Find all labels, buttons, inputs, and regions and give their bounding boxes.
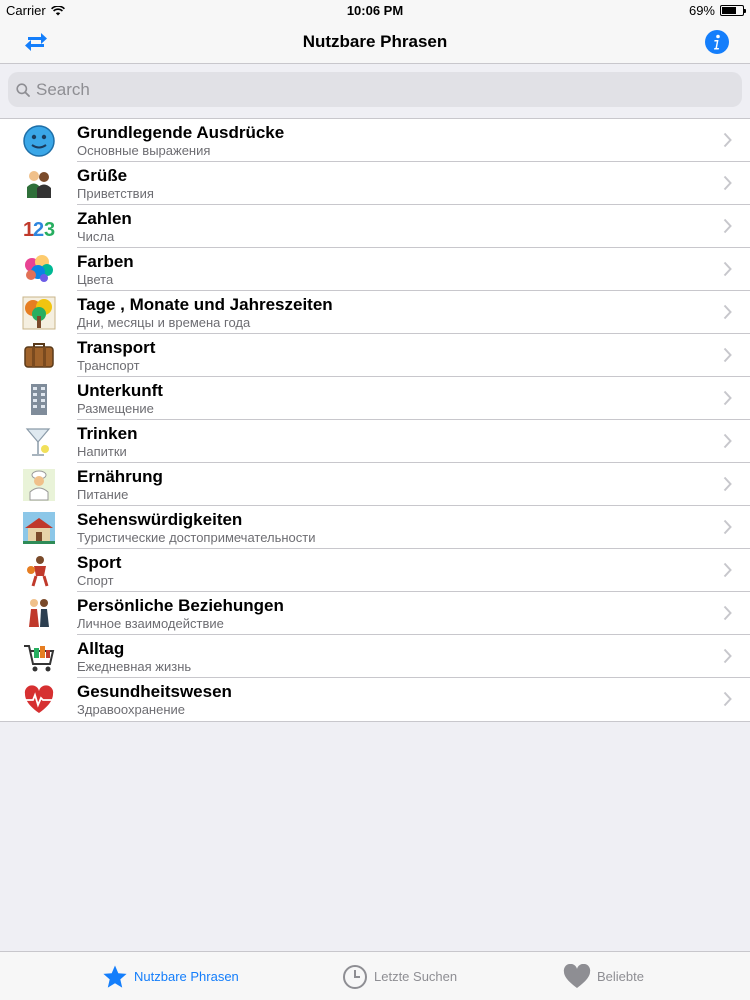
row-title: Transport [77,338,156,357]
svg-text:3: 3 [44,219,55,241]
row-subtitle: Приветствия [77,186,154,201]
chevron-right-icon [723,562,732,578]
category-row-sport[interactable]: Sport Спорт [0,549,750,592]
row-title: Persönliche Beziehungen [77,596,284,615]
row-title: Alltag [77,639,125,658]
category-row-greetings[interactable]: Grüße Приветствия [0,162,750,205]
tab-label: Beliebte [597,969,644,984]
color-splash-icon [25,255,53,282]
tab-favorites[interactable]: Beliebte [563,952,644,1000]
seasons-tree-icon [22,296,56,330]
chevron-right-icon [723,175,732,191]
couple-icon [29,599,49,627]
search-icon [16,82,30,97]
tab-recent-searches[interactable]: Letzte Suchen [342,952,457,1000]
row-subtitle: Напитки [77,444,127,459]
row-title: Gesundheitswesen [77,682,232,701]
search-bar[interactable] [8,72,742,107]
row-subtitle: Спорт [77,573,114,588]
row-title: Trinken [77,424,138,443]
info-icon[interactable] [704,29,730,55]
row-title: Sehenswürdigkeiten [77,510,243,529]
chevron-right-icon [723,433,732,449]
category-row-sights[interactable]: Sehenswürdigkeiten Туристические достопр… [0,506,750,549]
navigation-bar: Nutzbare Phrasen [0,20,750,64]
tab-bar: Nutzbare Phrasen Letzte Suchen Beliebte [0,951,750,1000]
chevron-right-icon [723,261,732,277]
building-icon [31,384,47,415]
row-title: Farben [77,252,134,271]
category-list: Grundlegende Ausdrücke Основные выражени… [0,118,750,722]
chef-icon [23,469,55,501]
svg-text:2: 2 [33,219,44,241]
search-bar-container [0,64,750,116]
page-title: Nutzbare Phrasen [302,32,448,51]
category-row-personal-relationships[interactable]: Persönliche Beziehungen Личное взаимодей… [0,592,750,635]
category-row-accommodation[interactable]: Unterkunft Размещение [0,377,750,420]
status-right: 69% [688,3,746,18]
chevron-right-icon [723,476,732,492]
smiley-face-icon [23,125,55,157]
row-title: Zahlen [77,209,132,228]
status-bar: Carrier 10:06 PM 69% [0,0,750,20]
row-subtitle: Личное взаимодействие [77,616,224,631]
star-icon [103,965,127,988]
shopping-cart-icon [24,645,55,672]
row-title: Unterkunft [77,381,163,400]
chevron-right-icon [723,605,732,621]
row-subtitle: Здравоохранение [77,702,186,717]
row-subtitle: Туристические достопримечательности [77,530,316,545]
clock-icon [343,964,367,989]
category-row-days-months-seasons[interactable]: Tage , Monate und Jahreszeiten Дни, меся… [0,291,750,334]
category-row-basic-expressions[interactable]: Grundlegende Ausdrücke Основные выражени… [0,119,750,162]
row-subtitle: Дни, месяцы и времена года [77,315,251,330]
row-subtitle: Транспорт [77,358,140,373]
chevron-right-icon [723,347,732,363]
chevron-right-icon [723,519,732,535]
category-row-food[interactable]: Ernährung Питание [0,463,750,506]
row-subtitle: Ежедневная жизнь [77,659,192,674]
tab-label: Letzte Suchen [374,969,458,984]
status-time: 10:06 PM [346,3,404,18]
row-subtitle: Питание [77,487,129,502]
row-subtitle: Размещение [77,401,154,416]
chevron-right-icon [723,304,732,320]
chevron-right-icon [723,691,732,707]
chevron-right-icon [723,218,732,234]
row-subtitle: Цвета [77,272,114,287]
row-title: Tage , Monate und Jahreszeiten [77,295,333,314]
category-row-numbers[interactable]: 1 2 3 Zahlen Числа [0,205,750,248]
heart-pulse-icon [24,685,54,713]
row-title: Grüße [77,166,128,185]
category-row-everyday-life[interactable]: Alltag Ежедневная жизнь [0,635,750,678]
greeting-people-icon [27,171,51,198]
heart-icon [563,963,591,988]
category-row-healthcare[interactable]: Gesundheitswesen Здравоохранение [0,678,750,721]
tab-useful-phrases[interactable]: Nutzbare Phrasen [102,952,239,1000]
row-subtitle: Числа [77,229,115,244]
landmark-icon [23,512,55,544]
tab-label: Nutzbare Phrasen [134,969,239,984]
chevron-right-icon [723,390,732,406]
numbers-123-icon: 1 2 3 [23,219,55,241]
category-row-colors[interactable]: Farben Цвета [0,248,750,291]
search-input[interactable] [36,79,716,100]
battery-fill [722,7,736,14]
cocktail-glass-icon [25,428,51,456]
row-subtitle: Основные выражения [77,143,211,158]
chevron-right-icon [723,132,732,148]
row-title: Grundlegende Ausdrücke [77,123,285,142]
category-row-transport[interactable]: Transport Транспорт [0,334,750,377]
basketball-player-icon [27,556,49,587]
row-title: Sport [77,553,122,572]
suitcase-icon [24,343,54,368]
battery-icon [720,5,746,16]
chevron-right-icon [723,648,732,664]
battery-percent: 69% [688,3,715,18]
row-title: Ernährung [77,467,163,486]
category-row-drinks[interactable]: Trinken Напитки [0,420,750,463]
